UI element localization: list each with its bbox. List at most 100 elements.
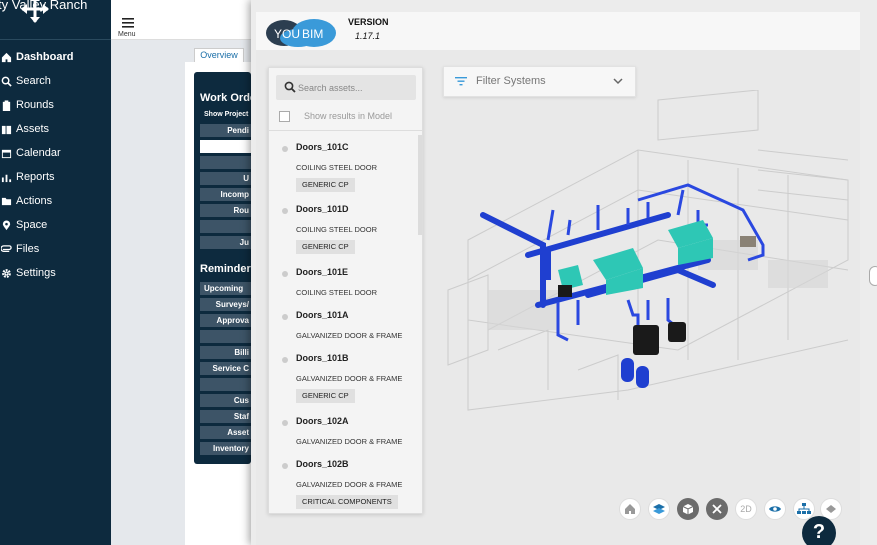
- sidebar-item-actions[interactable]: Actions: [0, 191, 111, 211]
- sidebar-item-label: Settings: [16, 267, 56, 279]
- reminder-button[interactable]: Asset: [200, 426, 251, 439]
- reminder-button[interactable]: Billi: [200, 346, 251, 359]
- bar-chart-icon: [1, 174, 12, 182]
- bullet-icon: [282, 271, 288, 277]
- reminder-button[interactable]: Cus: [200, 394, 251, 407]
- sidebar-item-label: Files: [16, 243, 40, 255]
- search-input[interactable]: [298, 77, 412, 98]
- home-icon: [1, 52, 12, 62]
- bullet-icon: [282, 357, 288, 363]
- toolbar-visibility-button[interactable]: [764, 498, 786, 520]
- sidebar-item-files[interactable]: Files: [0, 239, 111, 259]
- reminder-button[interactable]: Service C: [200, 362, 251, 375]
- show-projects-toggle[interactable]: Show Project: [204, 111, 248, 118]
- bullet-icon: [282, 146, 288, 152]
- asset-name: Doors_101D: [296, 204, 349, 214]
- sidebar-item-calendar[interactable]: Calendar: [0, 143, 111, 163]
- reminder-button[interactable]: Inventory: [200, 442, 251, 455]
- asset-tag: GENERIC CP: [296, 178, 355, 192]
- show-results-checkbox[interactable]: [279, 111, 290, 122]
- home-icon: [625, 504, 635, 514]
- gear-icon: [2, 268, 11, 278]
- bullet-icon: [282, 314, 288, 320]
- toolbar-section-button[interactable]: [706, 498, 728, 520]
- asset-description: GALVANIZED DOOR & FRAME: [296, 437, 403, 446]
- reminder-button[interactable]: Surveys/: [200, 298, 251, 311]
- menu-label: Menu: [118, 31, 136, 38]
- toolbar-2d-button[interactable]: 2D: [735, 498, 757, 520]
- reminders-heading: Reminder: [200, 263, 251, 275]
- brand: ty Valley Ranch: [0, 0, 111, 40]
- collapse-icon: [826, 505, 836, 513]
- map-pin-icon: [2, 219, 11, 230]
- asset-description: GALVANIZED DOOR & FRAME: [296, 374, 403, 383]
- asset-name: Doors_101A: [296, 310, 349, 320]
- toolbar-layers-button[interactable]: [648, 498, 670, 520]
- sidebar-item-reports[interactable]: Reports: [0, 167, 111, 187]
- reminder-button[interactable]: Approva: [200, 314, 251, 327]
- sidebar-item-settings[interactable]: Settings: [0, 263, 111, 283]
- bullet-icon: [282, 463, 288, 469]
- reminder-button[interactable]: [200, 378, 251, 391]
- tab-overview[interactable]: Overview: [194, 48, 244, 62]
- wo-button[interactable]: [200, 220, 251, 233]
- asset-description: COILING STEEL DOOR: [296, 163, 377, 172]
- wo-rounds-button[interactable]: Rou: [200, 204, 251, 217]
- toolbar-cube-button[interactable]: [677, 498, 699, 520]
- asset-tag: GENERIC CP: [296, 240, 355, 254]
- reminder-button[interactable]: [200, 330, 251, 343]
- asset-name: Doors_102A: [296, 416, 349, 426]
- sidebar-item-space[interactable]: Space: [0, 215, 111, 235]
- sidebar-item-assets[interactable]: Assets: [0, 119, 111, 139]
- divider: [269, 130, 422, 131]
- filter-icon: [455, 77, 467, 86]
- book-icon: [1, 125, 12, 134]
- bim-3d-model[interactable]: [428, 90, 860, 490]
- sidebar-item-label: Actions: [16, 195, 53, 207]
- youbim-logo: YOU BIM: [266, 19, 336, 47]
- asset-list-scrollbar[interactable]: [418, 135, 422, 235]
- asset-description: GALVANIZED DOOR & FRAME: [296, 480, 403, 489]
- hierarchy-icon: [797, 503, 811, 514]
- asset-name: Doors_102B: [296, 459, 349, 469]
- bullet-icon: [282, 208, 288, 214]
- search-icon: [1, 76, 12, 87]
- modal-header: [256, 12, 860, 50]
- wo-filter-input[interactable]: [200, 140, 251, 153]
- toolbar-home-button[interactable]: [619, 498, 641, 520]
- scissors-icon: [712, 504, 722, 514]
- asset-tag: CRITICAL COMPONENTS: [296, 495, 398, 509]
- sidebar-item-label: Assets: [16, 123, 50, 135]
- sidebar-item-search[interactable]: Search: [0, 71, 111, 91]
- layers-icon: [653, 504, 665, 514]
- cube-icon: [682, 504, 694, 515]
- edge-handle[interactable]: [869, 266, 877, 286]
- asset-tag: GENERIC CP: [296, 389, 355, 403]
- clipboard-icon: [2, 99, 11, 111]
- asset-description: COILING STEEL DOOR: [296, 225, 377, 234]
- paperclip-icon: [1, 244, 12, 252]
- calendar-icon: [1, 149, 12, 158]
- sidebar-item-dashboard[interactable]: Dashboard: [0, 47, 111, 67]
- asset-description: GALVANIZED DOOR & FRAME: [296, 331, 403, 340]
- asset-description: COILING STEEL DOOR: [296, 288, 377, 297]
- wo-button[interactable]: U: [200, 172, 251, 185]
- help-button[interactable]: ?: [802, 516, 836, 545]
- move-icon[interactable]: [20, 0, 50, 24]
- reminder-button[interactable]: Staf: [200, 410, 251, 423]
- asset-name: Doors_101C: [296, 142, 349, 152]
- wo-button[interactable]: [200, 156, 251, 169]
- filter-systems-label: Filter Systems: [476, 75, 546, 87]
- sidebar: ty Valley Ranch Dashboard Search Rounds …: [0, 0, 111, 545]
- reminder-upcoming-button[interactable]: Upcoming: [200, 282, 251, 295]
- eye-icon: [769, 506, 781, 512]
- bullet-icon: [282, 420, 288, 426]
- wo-incomplete-button[interactable]: Incomp: [200, 188, 251, 201]
- work-orders-heading: Work Orde: [200, 92, 251, 104]
- wo-pending-button[interactable]: Pendi: [200, 124, 251, 137]
- sidebar-item-label: Dashboard: [16, 51, 74, 63]
- sidebar-item-label: Rounds: [16, 99, 54, 111]
- sidebar-item-rounds[interactable]: Rounds: [0, 95, 111, 115]
- wo-button[interactable]: Ju: [200, 236, 251, 249]
- asset-name: Doors_101E: [296, 267, 349, 277]
